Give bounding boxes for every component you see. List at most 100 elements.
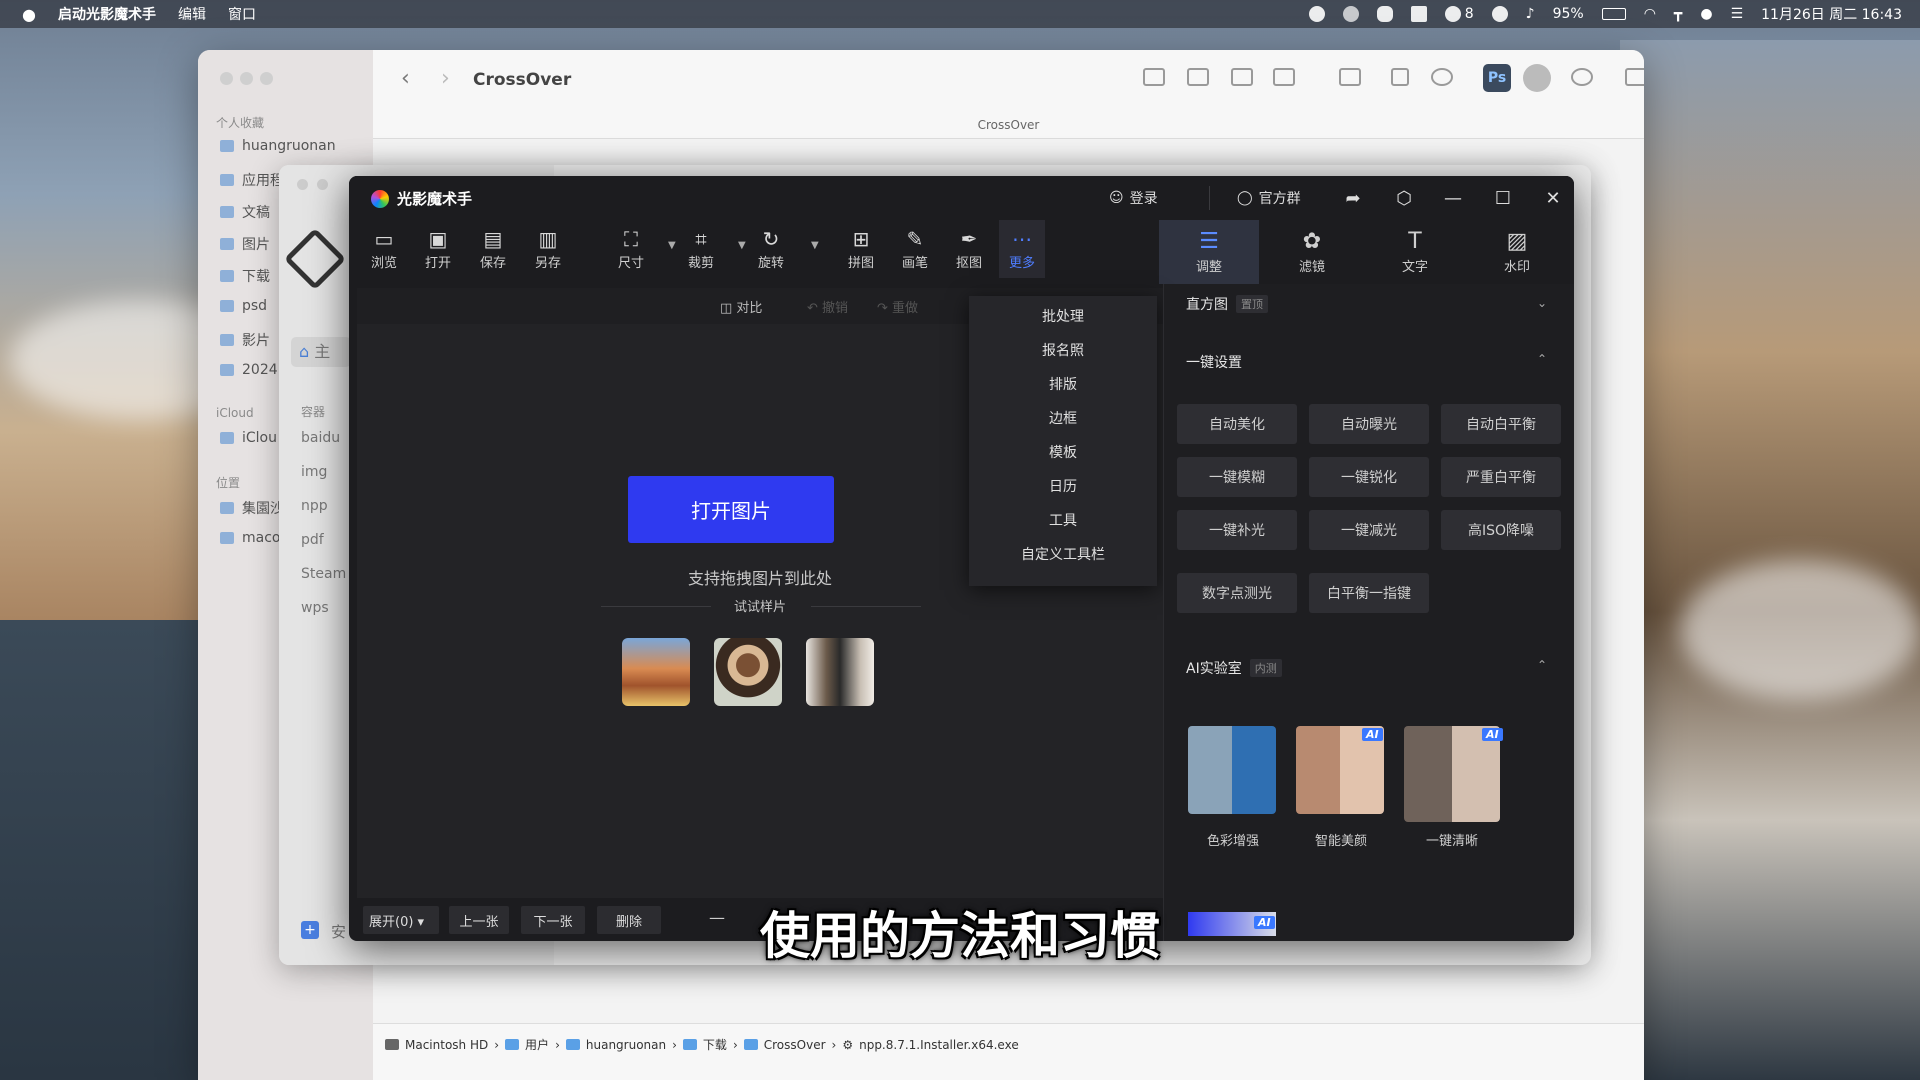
gear-icon[interactable] [1523, 64, 1551, 92]
tool-brush[interactable]: ✎ 画笔 [892, 226, 938, 271]
chevron-down-icon[interactable]: ⌄ [1537, 296, 1547, 310]
close-button[interactable] [297, 179, 308, 190]
tool-save[interactable]: ▤ 保存 [470, 226, 516, 271]
histogram-header[interactable]: 直方图 置顶 [1186, 294, 1268, 314]
severe-white-balance-button[interactable]: 严重白平衡 [1441, 457, 1561, 497]
high-iso-denoise-button[interactable]: 高ISO降噪 [1441, 510, 1561, 550]
menu-window[interactable]: 窗口 [228, 4, 256, 24]
forward-icon[interactable]: › [441, 66, 450, 91]
user-icon[interactable]: ● [1700, 6, 1712, 22]
sidebar-item-psd[interactable]: psd [220, 298, 267, 314]
control-center-icon[interactable]: ☰ [1731, 6, 1744, 22]
sharpen-button[interactable]: 一键锐化 [1309, 457, 1429, 497]
container-item[interactable]: img [301, 464, 327, 480]
path-item[interactable]: Macintosh HD [405, 1038, 488, 1052]
sidebar-item-location-2[interactable]: maco [220, 530, 280, 546]
chevron-down-icon[interactable]: ▼ [738, 240, 746, 251]
zoom-button[interactable] [260, 72, 273, 85]
sidebar-item-downloads[interactable]: 下载 [220, 266, 270, 286]
shazam-icon[interactable] [1491, 6, 1508, 22]
sample-image-portrait[interactable] [714, 638, 782, 706]
path-item[interactable]: 用户 [525, 1036, 549, 1053]
ai-lab-header[interactable]: AI实验室 内测 [1186, 658, 1282, 678]
tool-browse[interactable]: ▭ 浏览 [361, 226, 407, 271]
menu-item-custom-toolbar[interactable]: 自定义工具栏 [969, 544, 1157, 564]
clock[interactable]: 11月26日 周二 16:43 [1761, 4, 1902, 24]
wechat-icon[interactable]: 8 [1444, 6, 1474, 22]
sidebar-item-icloud[interactable]: iClou [220, 430, 277, 446]
open-image-button[interactable]: 打开图片 [628, 476, 834, 543]
compare-button[interactable]: ◫ 对比 [720, 297, 762, 316]
auto-exposure-button[interactable]: 自动曝光 [1309, 404, 1429, 444]
network-icon[interactable]: ┳ [1674, 6, 1682, 22]
tab-watermark[interactable]: ▨ 水印 [1467, 220, 1567, 284]
tab-text[interactable]: T 文字 [1365, 220, 1465, 284]
close-button[interactable] [220, 72, 233, 85]
column-view-icon[interactable] [1231, 68, 1253, 86]
sidebar-item-location-1[interactable]: 集園沙 [220, 498, 284, 518]
white-balance-picker-button[interactable]: 白平衡一指键 [1309, 573, 1429, 613]
reduce-light-button[interactable]: 一键减光 [1309, 510, 1429, 550]
tool-more[interactable]: ⋯ 更多 [999, 220, 1045, 278]
menu-item-batch[interactable]: 批处理 [969, 306, 1157, 326]
app-icon[interactable] [1625, 68, 1644, 86]
container-item[interactable]: Steam [301, 566, 346, 582]
official-group-button[interactable]: ◯ 官方群 [1237, 188, 1301, 208]
more-options-icon[interactable] [1431, 68, 1453, 86]
cloud-icon[interactable] [1376, 6, 1393, 22]
sidebar-item-home[interactable]: huangruonan [220, 138, 336, 154]
settings-icon[interactable]: ⬡ [1394, 188, 1414, 209]
share-icon[interactable] [1391, 68, 1409, 86]
oneclick-header[interactable]: 一键设置 [1186, 352, 1242, 372]
fill-light-button[interactable]: 一键补光 [1177, 510, 1297, 550]
status-icon[interactable] [1342, 6, 1359, 22]
battery-icon[interactable] [1601, 8, 1626, 20]
tool-crop[interactable]: ⌗ 裁剪 [678, 226, 724, 271]
tag-icon[interactable] [1571, 68, 1593, 86]
login-button[interactable]: ☺ 登录 [1109, 188, 1158, 208]
tool-cutout[interactable]: ✒ 抠图 [946, 226, 992, 271]
auto-beautify-button[interactable]: 自动美化 [1177, 404, 1297, 444]
close-icon[interactable]: ✕ [1543, 188, 1563, 209]
minimize-button[interactable] [317, 179, 328, 190]
menu-item-calendar[interactable]: 日历 [969, 476, 1157, 496]
menu-app-name[interactable]: 启动光影魔术手 [58, 4, 156, 24]
menu-edit[interactable]: 编辑 [178, 4, 206, 24]
tab-filter[interactable]: ✿ 滤镜 [1262, 220, 1362, 284]
volume-icon[interactable]: ♪ [1526, 6, 1535, 22]
wifi-icon[interactable]: ◠ [1644, 6, 1656, 22]
undo-button[interactable]: ↶ 撤销 [807, 297, 848, 316]
container-item[interactable]: pdf [301, 532, 324, 548]
tool-open[interactable]: ▣ 打开 [415, 226, 461, 271]
sidebar-item-apps[interactable]: 应用程 [220, 170, 284, 190]
sample-image-canyon[interactable] [622, 638, 690, 706]
container-item[interactable]: wps [301, 600, 329, 616]
container-item[interactable]: baidu [301, 430, 340, 446]
redo-button[interactable]: ↷ 重做 [877, 297, 918, 316]
list-view-icon[interactable] [1187, 68, 1209, 86]
home-tab[interactable]: ⌂ 主 [291, 337, 351, 367]
sidebar-item-2024[interactable]: 2024 [220, 362, 278, 378]
tool-collage[interactable]: ⊞ 拼图 [838, 226, 884, 271]
sidebar-item-pictures[interactable]: 图片 [220, 234, 270, 254]
chevron-up-icon[interactable]: ⌃ [1537, 352, 1547, 366]
tool-save-as[interactable]: ▥ 另存 [525, 226, 571, 271]
bookmark-icon[interactable] [1410, 6, 1427, 22]
menu-item-tools[interactable]: 工具 [969, 510, 1157, 530]
minimize-button[interactable] [240, 72, 253, 85]
sample-image-interior[interactable] [806, 638, 874, 706]
chevron-down-icon[interactable]: ▼ [811, 240, 819, 251]
menu-item-border[interactable]: 边框 [969, 408, 1157, 428]
spot-metering-button[interactable]: 数字点测光 [1177, 573, 1297, 613]
container-item[interactable]: npp [301, 498, 328, 514]
maximize-icon[interactable]: ☐ [1493, 188, 1513, 209]
sidebar-item-movies[interactable]: 影片 [220, 330, 270, 350]
menu-item-layout[interactable]: 排版 [969, 374, 1157, 394]
tab-adjust[interactable]: ☰ 调整 [1159, 220, 1259, 284]
tool-size[interactable]: ⛶ 尺寸 [608, 226, 654, 271]
apple-icon[interactable]: ● [22, 5, 36, 24]
share-icon[interactable]: ➦ [1343, 188, 1363, 209]
path-item[interactable]: CrossOver [764, 1038, 826, 1052]
gallery-view-icon[interactable] [1273, 68, 1295, 86]
menu-item-id-photo[interactable]: 报名照 [969, 340, 1157, 360]
